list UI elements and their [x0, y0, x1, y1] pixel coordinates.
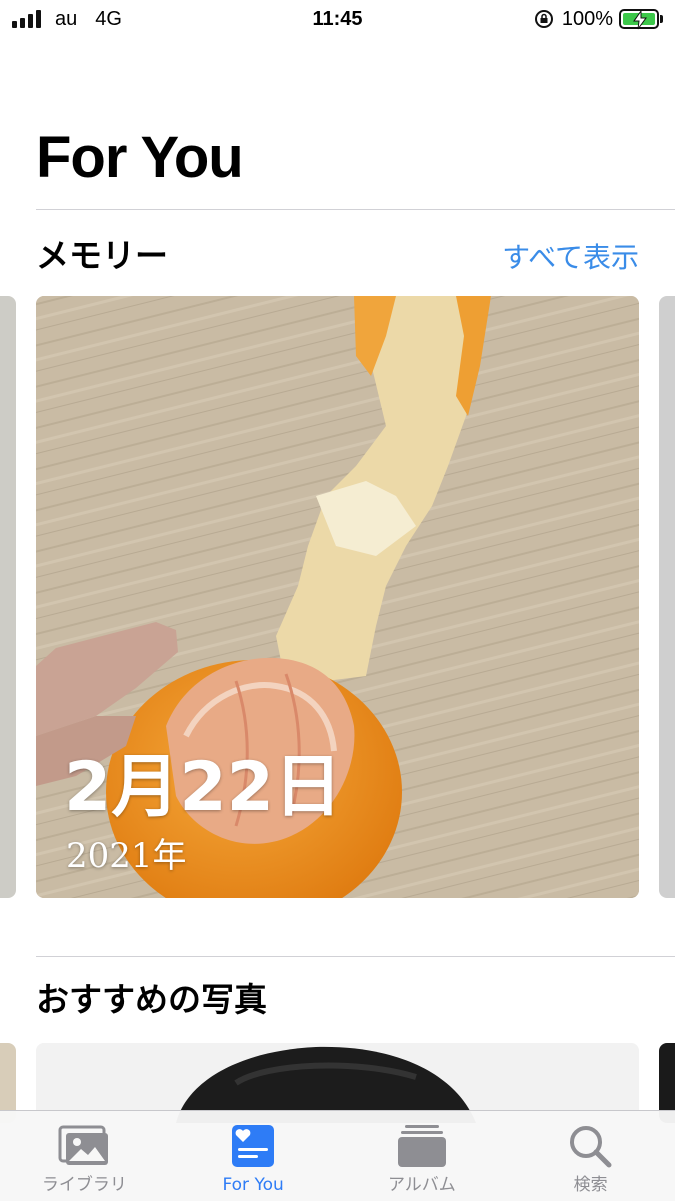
tab-for-you[interactable]: For You: [169, 1111, 338, 1201]
status-right: 100%: [534, 7, 663, 31]
section-divider: [36, 956, 675, 957]
search-icon: [569, 1126, 612, 1168]
tab-library[interactable]: ライブラリ: [0, 1111, 169, 1201]
page-title: For You: [36, 125, 244, 190]
next-memory-card[interactable]: [659, 296, 675, 898]
tab-search-label: 検索: [573, 1175, 608, 1195]
memories-section-title: メモリー: [36, 236, 168, 275]
tab-bar: ライブラリ For You アルバム 検索: [0, 1110, 675, 1201]
see-all-link[interactable]: すべて表示: [502, 238, 639, 278]
featured-photos-section-title: おすすめの写真: [36, 980, 267, 1019]
tab-library-label: ライブラリ: [41, 1175, 127, 1195]
title-divider: [36, 209, 675, 210]
for-you-icon: [232, 1125, 275, 1167]
tab-search[interactable]: 検索: [506, 1111, 675, 1201]
memory-card[interactable]: 2月22日 2021年: [36, 296, 639, 898]
orientation-lock-icon: [534, 10, 553, 28]
previous-memory-card[interactable]: [0, 296, 16, 898]
memory-year: 2021年: [66, 836, 187, 876]
status-bar: au 4G 11:45 100%: [0, 0, 675, 40]
battery-icon: [619, 9, 659, 30]
memory-date: 2月22日: [64, 748, 342, 827]
albums-icon: [397, 1125, 446, 1167]
tab-for-you-label: For You: [222, 1175, 284, 1195]
tab-albums-label: アルバム: [387, 1175, 456, 1195]
battery-percent: 100%: [561, 8, 613, 30]
tab-albums[interactable]: アルバム: [338, 1111, 507, 1201]
photos-library-icon: [58, 1125, 109, 1165]
